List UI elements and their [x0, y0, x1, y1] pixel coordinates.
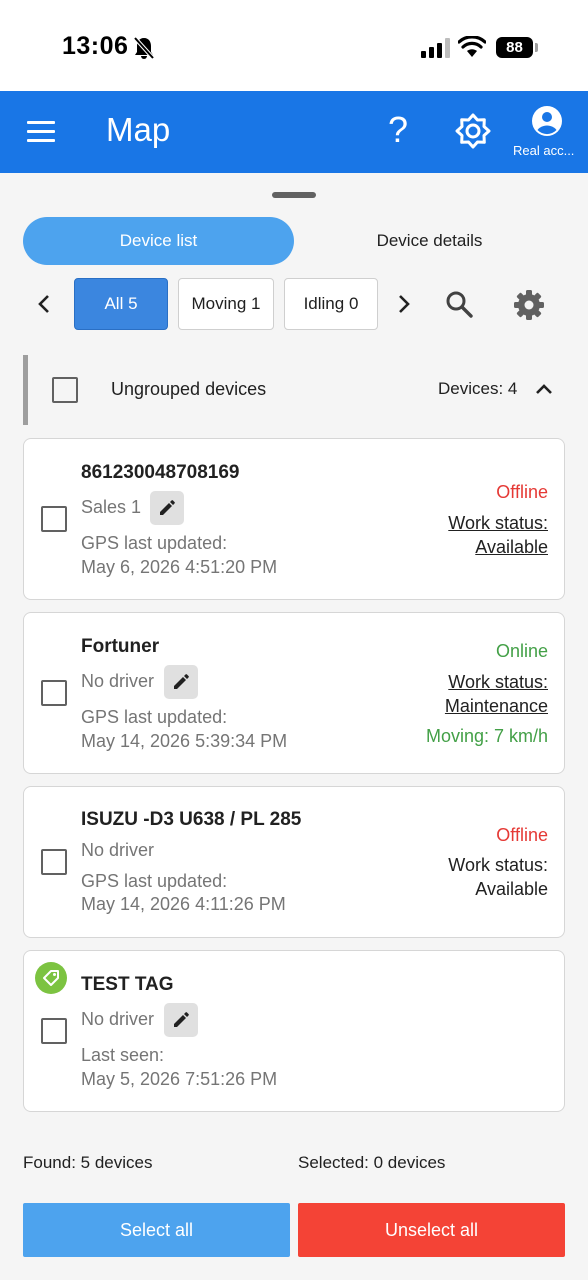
work-status-label[interactable]: Work status: — [448, 513, 548, 534]
filter-all[interactable]: All 5 — [74, 278, 168, 330]
device-driver: Sales 1 — [81, 497, 142, 517]
device-sheet: Device list Device details All 5 Moving … — [0, 173, 588, 1280]
brightness-icon[interactable] — [455, 113, 491, 149]
moving-speed: Moving: 7 km/h — [425, 726, 548, 746]
device-status: Online — [495, 641, 548, 661]
filter-idling[interactable]: Idling 0 — [284, 278, 378, 330]
gps-updated-label: GPS last updated: — [81, 707, 228, 727]
battery-tip — [535, 43, 538, 52]
chevron-left-icon[interactable] — [36, 292, 52, 316]
device-checkbox[interactable] — [41, 849, 67, 875]
edit-driver-button[interactable] — [164, 1003, 198, 1037]
gps-updated-value: May 14, 2026 4:11:26 PM — [81, 894, 286, 914]
work-status-value[interactable]: Maintenance — [445, 696, 548, 717]
device-card[interactable]: Fortuner No driver GPS last updated: May… — [23, 612, 565, 774]
device-checkbox[interactable] — [41, 506, 67, 532]
gps-updated-label: GPS last updated: — [81, 533, 228, 553]
device-driver: No driver — [81, 1009, 155, 1029]
device-checkbox[interactable] — [41, 680, 67, 706]
work-status-value[interactable]: Available — [475, 537, 548, 558]
help-icon[interactable]: ? — [388, 109, 408, 151]
group-title: Ungrouped devices — [111, 379, 267, 399]
last-seen-label: Last seen: — [81, 1045, 165, 1065]
gps-updated-label: GPS last updated: — [81, 871, 228, 891]
tab-device-list[interactable]: Device list — [23, 217, 294, 265]
gps-updated-value: May 14, 2026 5:39:34 PM — [81, 731, 288, 751]
device-name: Fortuner — [81, 636, 160, 657]
edit-icon — [174, 674, 189, 689]
chevron-right-icon[interactable] — [396, 292, 412, 316]
edit-icon — [174, 1012, 189, 1027]
chevron-up-icon[interactable] — [535, 382, 553, 396]
device-name: 861230048708169 — [81, 462, 240, 483]
group-indicator — [23, 355, 28, 425]
device-driver: No driver — [81, 671, 155, 691]
menu-icon[interactable] — [27, 121, 55, 143]
gps-updated-value: May 6, 2026 4:51:20 PM — [81, 557, 278, 577]
group-device-count: Devices: 4 — [438, 379, 518, 398]
device-name: TEST TAG — [81, 974, 174, 995]
work-status-value: Available — [475, 879, 548, 899]
last-seen-value: May 5, 2026 7:51:26 PM — [81, 1069, 278, 1089]
group-checkbox[interactable] — [52, 377, 78, 403]
status-time: 13:06 — [62, 32, 129, 60]
select-all-button[interactable]: Select all — [23, 1203, 290, 1257]
group-header[interactable]: Ungrouped devices Devices: 4 — [23, 355, 565, 425]
signal-icon — [421, 38, 450, 58]
view-tabs: Device list Device details — [23, 217, 565, 265]
account-icon[interactable] — [531, 105, 563, 137]
account-label[interactable]: Real acc... — [513, 143, 574, 158]
selected-count: Selected: 0 devices — [298, 1153, 446, 1172]
work-status-label: Work status: — [448, 855, 548, 875]
search-icon[interactable] — [445, 290, 473, 318]
edit-driver-button[interactable] — [164, 665, 198, 699]
wifi-icon — [458, 36, 486, 57]
bell-off-icon — [133, 36, 155, 60]
tab-device-details[interactable]: Device details — [294, 217, 565, 265]
drag-handle[interactable] — [272, 192, 316, 198]
filter-moving[interactable]: Moving 1 — [178, 278, 274, 330]
device-card[interactable]: ISUZU -D3 U638 / PL 285 No driver GPS la… — [23, 786, 565, 938]
device-status: Offline — [496, 482, 548, 502]
device-card[interactable]: 861230048708169 Sales 1 GPS last updated… — [23, 438, 565, 600]
battery-indicator: 88 — [496, 37, 533, 58]
edit-icon — [160, 500, 175, 515]
found-count: Found: 5 devices — [23, 1153, 153, 1172]
unselect-all-button[interactable]: Unselect all — [298, 1203, 565, 1257]
page-title: Map — [106, 111, 171, 148]
device-name: ISUZU -D3 U638 / PL 285 — [81, 809, 302, 830]
device-driver: No driver — [81, 840, 155, 860]
status-bar: 13:06 88 — [0, 0, 588, 91]
device-card[interactable]: TEST TAG No driver Last seen: May 5, 202… — [23, 950, 565, 1112]
work-status-label[interactable]: Work status: — [448, 672, 548, 693]
device-checkbox[interactable] — [41, 1018, 67, 1044]
gear-icon[interactable] — [513, 289, 545, 321]
tag-icon — [35, 962, 67, 994]
edit-driver-button[interactable] — [150, 491, 184, 525]
app-bar: Map ? Real acc... — [0, 91, 588, 173]
device-status: Offline — [496, 825, 548, 845]
filter-row: All 5 Moving 1 Idling 0 — [0, 277, 588, 331]
